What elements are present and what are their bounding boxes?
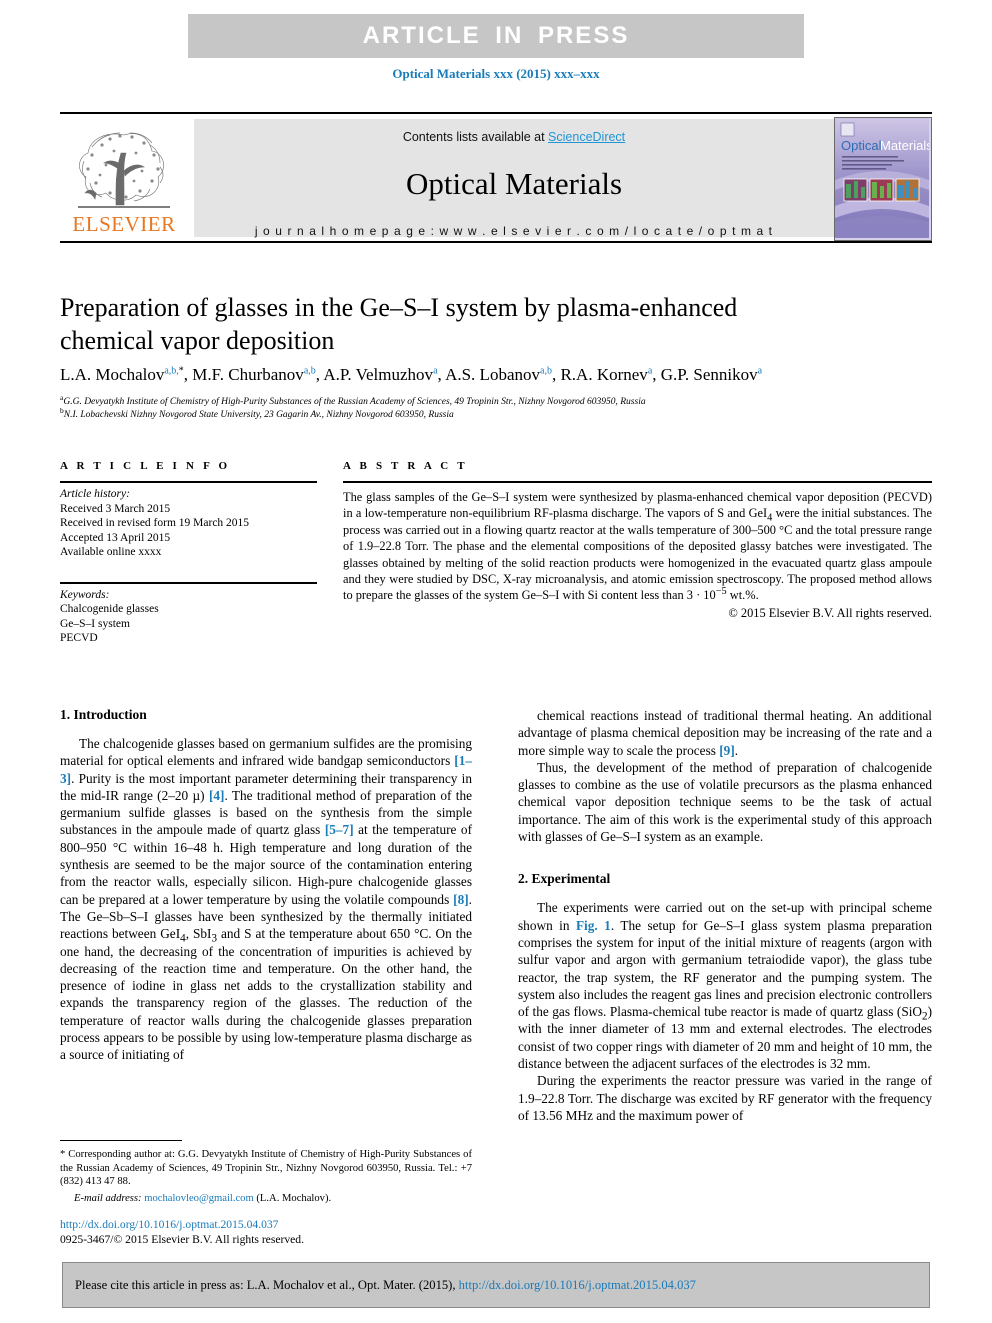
- doi-issn-block: http://dx.doi.org/10.1016/j.optmat.2015.…: [60, 1218, 472, 1247]
- journal-title: Optical Materials: [405, 166, 623, 201]
- experimental-paragraph-1: The experiments were carried out on the …: [518, 899, 932, 1072]
- affiliation-item: bN.I. Lobachevski Nizhny Novgorod State …: [60, 407, 940, 422]
- right-paragraph-2: Thus, the development of the method of p…: [518, 759, 932, 845]
- article-info-panel: A R T I C L E I N F O Article history: R…: [60, 460, 317, 646]
- journal-article-page: ARTICLE IN PRESS Optical Materials xxx (…: [0, 0, 992, 1323]
- author-name: A.P. Velmuzhov: [323, 365, 434, 384]
- email-owner-label: (L.A. Mochalov).: [256, 1192, 332, 1204]
- cite-text: Please cite this article in press as: L.…: [63, 1278, 696, 1293]
- keywords-block: Keywords: Chalcogenide glasses Ge–S–I sy…: [60, 578, 317, 646]
- affiliation-text: N.I. Lobachevski Nizhny Novgorod State U…: [63, 410, 454, 420]
- history-item: Received in revised form 19 March 2015: [60, 517, 250, 529]
- affiliation-item: aG.G. Devyatykh Institute of Chemistry o…: [60, 394, 940, 409]
- abstract-text: The glass samples of the Ge–S–I system w…: [343, 483, 932, 604]
- article-info-heading: A R T I C L E I N F O: [60, 460, 231, 472]
- email-address-label: E-mail address:: [74, 1192, 142, 1204]
- section-heading-introduction: 1. Introduction: [60, 707, 147, 722]
- masthead-top-rule: [60, 112, 932, 114]
- contents-prefix-label: Contents lists available at: [402, 130, 549, 144]
- author-name: A.S. Lobanov: [445, 365, 540, 384]
- body-column-left: 1. Introduction The chalcogenide glasses…: [60, 707, 472, 1064]
- cite-prefix-label: Please cite this article in press as: L.…: [75, 1277, 459, 1292]
- author-affil-mark: a: [757, 365, 763, 377]
- page-title: Preparation of glasses in the Ge–S–I sys…: [60, 291, 880, 357]
- author-name: R.A. Kornev: [560, 365, 648, 384]
- email-link[interactable]: mochalovleo@gmail.com: [144, 1193, 254, 1204]
- author-affil-mark: a: [647, 365, 653, 377]
- abstract-copyright: © 2015 Elsevier B.V. All rights reserved…: [728, 605, 932, 620]
- intro-text-e: . The Ge–Sb–S–I glasses have been synthe…: [60, 891, 472, 1063]
- author-affil-mark: a,b: [540, 365, 552, 377]
- footnote-rule: [60, 1140, 182, 1141]
- masthead-bottom-rule: [60, 241, 932, 243]
- issn-copyright-line: 0925-3467/© 2015 Elsevier B.V. All right…: [60, 1232, 304, 1246]
- article-in-press-banner: ARTICLE IN PRESS: [188, 14, 804, 58]
- cover-art-icon: Optical Materials: [835, 118, 931, 238]
- contents-lists-line: Contents lists available at ScienceDirec…: [194, 130, 834, 144]
- keyword-item: Ge–S–I system: [60, 617, 130, 630]
- svg-text:Optical: Optical: [841, 138, 882, 153]
- keywords-label: Keywords:: [60, 588, 110, 601]
- svg-text:Materials: Materials: [880, 138, 929, 153]
- article-in-press-label: ARTICLE IN PRESS: [362, 22, 630, 49]
- author-affil-mark: a: [433, 365, 438, 377]
- history-item: Received 3 March 2015: [60, 502, 171, 515]
- right-text-b: .: [734, 742, 739, 758]
- history-item: Available online xxxx: [60, 546, 162, 558]
- figure-ref-1[interactable]: Fig. 1: [576, 918, 611, 933]
- sciencedirect-link[interactable]: ScienceDirect: [548, 130, 625, 144]
- experimental-paragraph-2: During the experiments the reactor press…: [518, 1073, 932, 1123]
- cite-this-article-bar: Please cite this article in press as: L.…: [62, 1262, 930, 1308]
- footnote-corresponding-text: Corresponding author at: G.G. Devyatykh …: [60, 1149, 472, 1188]
- intro-paragraph-1: The chalcogenide glasses based on german…: [60, 735, 472, 1064]
- author-name: M.F. Churbanov: [192, 365, 304, 384]
- running-head: Optical Materials xxx (2015) xxx–xxx: [392, 66, 600, 81]
- footnote-email-line: E-mail address: mochalovleo@gmail.com (L…: [60, 1192, 472, 1206]
- abstract-heading: A B S T R A C T: [343, 460, 468, 472]
- affiliation-text: G.G. Devyatykh Institute of Chemistry of…: [63, 397, 646, 407]
- author-affil-mark: a,b,: [164, 365, 179, 377]
- citation-ref-4[interactable]: [4]: [209, 788, 225, 803]
- article-history-block: Article history: Received 3 March 2015 R…: [60, 483, 317, 560]
- title-line-1: Preparation of glasses in the Ge–S–I sys…: [60, 293, 738, 322]
- corresponding-author-mark: *: [178, 365, 184, 377]
- body-column-right: chemical reactions instead of traditiona…: [518, 707, 932, 1124]
- keyword-item: PECVD: [60, 632, 98, 644]
- elsevier-wordmark: ELSEVIER: [72, 212, 176, 236]
- history-item: Accepted 13 April 2015: [60, 531, 171, 544]
- journal-cover-thumbnail: Optical Materials: [834, 117, 932, 241]
- author-affil-mark: a,b: [303, 365, 316, 377]
- elsevier-tree-icon: [78, 132, 170, 208]
- citation-ref-8[interactable]: [8]: [453, 892, 469, 907]
- title-line-2: chemical vapor deposition: [60, 326, 335, 355]
- citation-ref-5-7[interactable]: [5–7]: [325, 822, 354, 837]
- article-history-label: Article history:: [60, 488, 130, 500]
- author-list: L.A. Mochalova,b,*, M.F. Churbanova,b, A…: [60, 365, 763, 384]
- right-paragraph-1: chemical reactions instead of traditiona…: [518, 707, 932, 759]
- exp-text-b: . The setup for Ge–S–I glass system plas…: [518, 917, 932, 1072]
- abstract-panel: A B S T R A C T The glass samples of the…: [343, 460, 932, 621]
- elsevier-logo: ELSEVIER: [60, 117, 188, 239]
- footnote-star-mark: *: [60, 1149, 66, 1160]
- journal-masthead: ELSEVIER Contents lists available at Sci…: [60, 117, 932, 241]
- author-name: G.P. Sennikov: [660, 365, 758, 384]
- affiliation-list: aG.G. Devyatykh Institute of Chemistry o…: [60, 394, 940, 422]
- keyword-item: Chalcogenide glasses: [60, 603, 159, 615]
- corresponding-author-footnote: * Corresponding author at: G.G. Devyatyk…: [60, 1140, 472, 1205]
- section-heading-experimental: 2. Experimental: [518, 871, 611, 887]
- journal-homepage-line: j o u r n a l h o m e p a g e : w w w . …: [254, 224, 774, 238]
- author-name: L.A. Mochalov: [60, 365, 165, 384]
- footnote-corresponding: * Corresponding author at: G.G. Devyatyk…: [60, 1148, 472, 1189]
- intro-text-a: The chalcogenide glasses based on german…: [60, 736, 472, 769]
- doi-link[interactable]: http://dx.doi.org/10.1016/j.optmat.2015.…: [60, 1218, 278, 1231]
- abstract-paragraph: The glass samples of the Ge–S–I system w…: [343, 490, 932, 603]
- masthead-gray-band: Contents lists available at ScienceDirec…: [194, 119, 834, 238]
- cite-doi-link[interactable]: http://dx.doi.org/10.1016/j.optmat.2015.…: [459, 1278, 696, 1292]
- citation-ref-9[interactable]: [9]: [719, 743, 735, 758]
